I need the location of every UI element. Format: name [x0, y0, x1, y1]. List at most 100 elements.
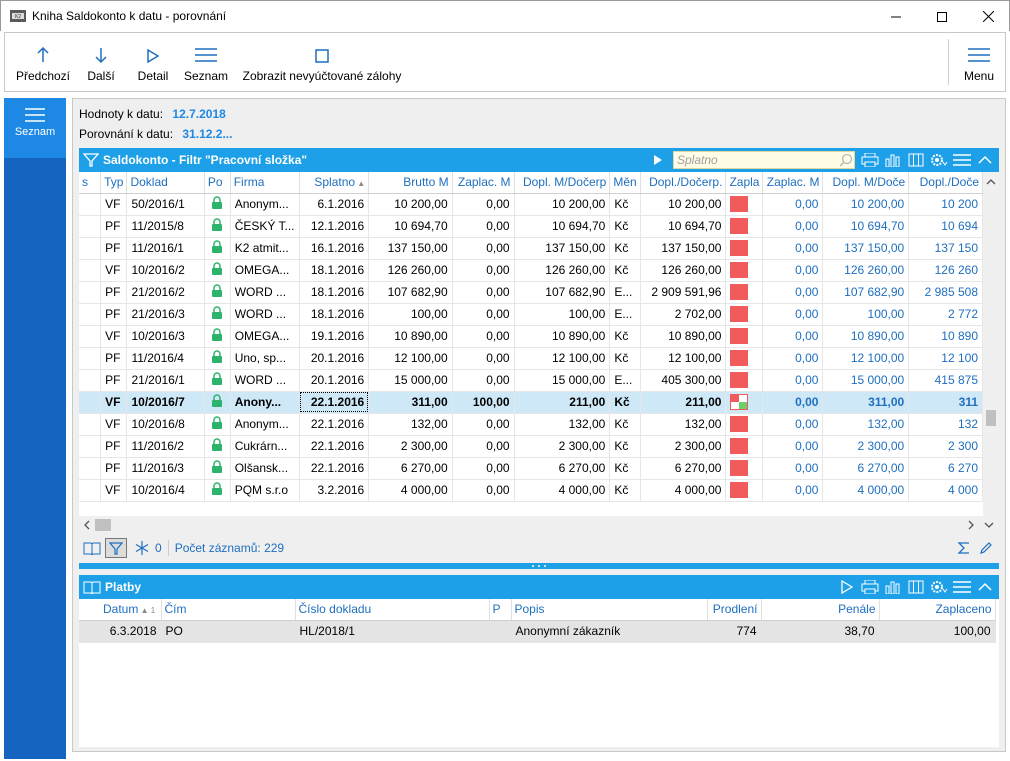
platby-column-header[interactable]: Čím [161, 599, 296, 621]
cell-typ: VF [100, 413, 128, 436]
saldo-column-header[interactable]: Splatno ▲ [299, 172, 370, 194]
platby-column-header[interactable]: P [489, 599, 512, 621]
print-icon[interactable] [860, 580, 880, 594]
chart-icon[interactable] [883, 153, 903, 167]
cell-splatno: 19.1.2016 [299, 325, 370, 348]
cell-zaplac: 0,00 [452, 281, 515, 304]
values-date[interactable]: 12.7.2018 [172, 107, 225, 121]
cell-splatno: 3.2.2016 [299, 479, 370, 502]
scroll-right-icon[interactable] [965, 516, 977, 534]
saldo-column-header[interactable]: Zapla [725, 172, 764, 194]
cell-status [725, 281, 764, 304]
snowflake-icon[interactable] [135, 541, 149, 555]
detail-button[interactable]: Detail [131, 33, 175, 91]
book-icon[interactable] [83, 541, 101, 555]
saldo-column-header[interactable]: Doklad [126, 172, 205, 194]
hamburger-icon[interactable] [952, 153, 972, 167]
cell-dopl2: 211,00 [640, 391, 727, 414]
play-icon[interactable] [837, 580, 857, 594]
chart-icon[interactable] [883, 580, 903, 594]
panel-splitter[interactable] [79, 563, 999, 569]
horizontal-scroll-thumb[interactable] [95, 519, 111, 531]
gear-icon[interactable] [929, 153, 949, 167]
saldo-column-header[interactable]: s [79, 172, 102, 194]
saldo-column-header[interactable]: Dopl./Dočerp. [640, 172, 727, 194]
minimize-button[interactable] [873, 1, 919, 32]
table-row[interactable]: PF 11/2015/8 ČESKÝ T... 12.1.2016 10 694,70 0… [79, 215, 983, 238]
platby-column-header[interactable]: Penále [761, 599, 880, 621]
left-tab-list[interactable]: Seznam [4, 98, 66, 158]
cell-dopl4: 10 200 [908, 193, 983, 216]
cell-splatno: 20.1.2016 [299, 347, 370, 370]
edit-icon[interactable] [979, 541, 993, 555]
status-indicator [730, 416, 749, 432]
gear-icon[interactable] [929, 580, 949, 594]
columns-icon[interactable] [906, 580, 926, 594]
table-row[interactable]: PF 21/2016/3 WORD ... 18.1.2016 100,00 0,00 10… [79, 303, 983, 326]
saldo-column-header[interactable]: Typ [100, 172, 128, 194]
compare-date[interactable]: 31.12.2... [182, 127, 232, 141]
table-row[interactable]: VF 50/2016/1 Anonym... 6.1.2016 10 200,00 0,0… [79, 193, 983, 216]
list-button[interactable]: Seznam [181, 33, 231, 91]
table-row[interactable]: PF 11/2016/1 K2 atmit... 16.1.2016 137 150,0… [79, 237, 983, 260]
saldo-vertical-scrollbar[interactable] [983, 172, 999, 516]
cell-datum: 6.3.2018 [79, 620, 162, 643]
scroll-up-icon[interactable] [983, 176, 999, 188]
cell-lock [204, 259, 231, 282]
play-small-icon[interactable] [653, 154, 663, 166]
scroll-down-icon[interactable] [983, 516, 995, 534]
table-row[interactable]: PF 11/2016/4 Uno, sp... 20.1.2016 12 100,00 0… [79, 347, 983, 370]
filter-toggle-button[interactable] [105, 538, 127, 558]
collapse-icon[interactable] [975, 582, 995, 592]
sigma-icon[interactable] [957, 541, 971, 555]
table-row[interactable]: PF 21/2016/1 WORD ... 20.1.2016 15 000,00 0,0… [79, 369, 983, 392]
saldo-column-header[interactable]: Zaplac. M [762, 172, 824, 194]
search-icon[interactable] [839, 153, 853, 167]
sort-ascending-icon: ▲ [355, 179, 366, 189]
lock-icon [212, 328, 223, 341]
table-row[interactable]: VF 10/2016/8 Anonym... 22.1.2016 132,00 0,00 1… [79, 413, 983, 436]
next-button[interactable]: Další [79, 33, 123, 91]
cell-zaplac: 0,00 [452, 435, 515, 458]
maximize-button[interactable] [919, 1, 965, 32]
collapse-icon[interactable] [975, 155, 995, 165]
platby-column-header[interactable]: Datum ▲ 1 [79, 599, 162, 621]
platby-column-header[interactable]: Prodlení [707, 599, 762, 621]
table-row[interactable]: VF 10/2016/3 OMEGA... 19.1.2016 10 890,00 0,0… [79, 325, 983, 348]
table-row[interactable]: VF 10/2016/7 Anony... 22.1.2016 311,00 100,00… [79, 391, 983, 414]
table-row[interactable]: PF 21/2016/2 WORD ... 18.1.2016 107 682,90 0,… [79, 281, 983, 304]
table-row[interactable]: PF 11/2016/2 Cukrárn... 22.1.2016 2 300,00 0,… [79, 435, 983, 458]
cell-lock [204, 369, 231, 392]
saldo-column-header[interactable]: Dopl. M/Doče [822, 172, 910, 194]
saldo-column-header[interactable]: Dopl. M/Dočerp [514, 172, 611, 194]
close-button[interactable] [965, 1, 1010, 32]
saldo-horizontal-scrollbar[interactable] [79, 516, 999, 534]
cell-firma: ČESKÝ T... [230, 215, 300, 238]
saldo-column-header[interactable]: Brutto M [368, 172, 453, 194]
platby-column-header[interactable]: Číslo dokladu [295, 599, 490, 621]
table-row[interactable]: VF 10/2016/2 OMEGA... 18.1.2016 126 260,00 0,… [79, 259, 983, 282]
vertical-scroll-thumb[interactable] [986, 410, 996, 426]
columns-icon[interactable] [906, 153, 926, 167]
arrow-up-icon [37, 47, 49, 62]
saldo-column-header[interactable]: Měn [609, 172, 641, 194]
saldo-column-header[interactable]: Zaplac. M [452, 172, 515, 194]
hamburger-icon[interactable] [952, 580, 972, 594]
cell-dopl: 100,00 [514, 303, 611, 326]
previous-button[interactable]: Předchozí [15, 33, 71, 91]
table-row[interactable]: PF 11/2016/3 Olšansk... 22.1.2016 6 270,00 0,… [79, 457, 983, 480]
saldo-column-header[interactable]: Dopl./Doče [908, 172, 983, 194]
cell-typ: VF [100, 391, 128, 414]
platby-column-header[interactable]: Zaplaceno [879, 599, 996, 621]
saldo-column-header[interactable]: Po [204, 172, 231, 194]
cell-status [725, 215, 764, 238]
table-row[interactable]: 6.3.2018 PO HL/2018/1 Anonymní zákazník 774 3… [79, 620, 996, 643]
print-icon[interactable] [860, 153, 880, 167]
menu-button[interactable]: Menu [957, 33, 1001, 91]
table-row[interactable]: VF 10/2016/4 PQM s.r.o 3.2.2016 4 000,00 0,00… [79, 479, 983, 502]
platby-column-header[interactable]: Popis [511, 599, 708, 621]
search-input[interactable]: Splatno [673, 151, 855, 169]
scroll-left-icon[interactable] [81, 516, 93, 534]
saldo-column-header[interactable]: Firma [230, 172, 300, 194]
show-unsettled-button[interactable]: Zobrazit nevyúčtované zálohy [241, 33, 403, 91]
